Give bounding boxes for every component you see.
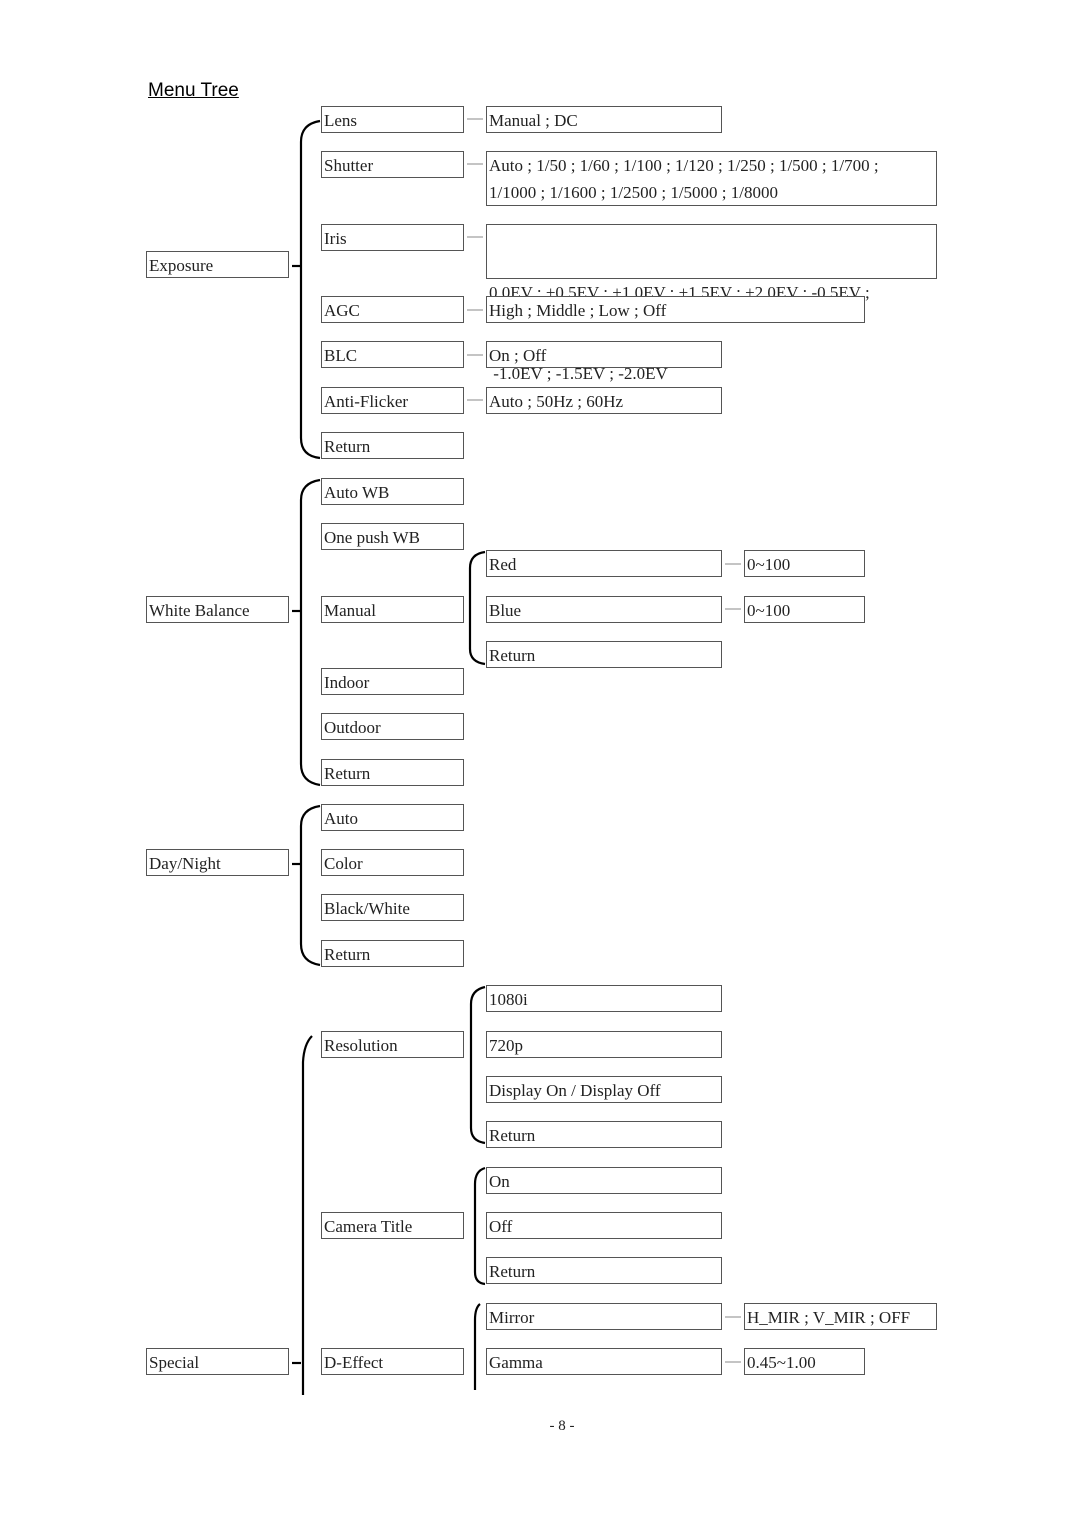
resolution-bracket [469,985,486,1145]
manual-bracket [468,550,486,666]
menu-item-mirror[interactable]: Mirror [486,1303,722,1330]
menu-item-color[interactable]: Color [321,849,464,876]
menu-item-blue[interactable]: Blue [486,596,722,623]
menu-item-1080i[interactable]: 1080i [486,985,722,1012]
options-blc: On ; Off [486,341,722,368]
camera-title-bracket [473,1166,486,1286]
menu-item-red[interactable]: Red [486,550,722,577]
menu-item-d-effect[interactable]: D-Effect [321,1348,464,1375]
options-red: 0~100 [744,550,865,577]
options-iris: 0.0EV ; +0.5EV ; +1.0EV ; +1.5EV ; +2.0E… [486,224,937,383]
menu-item-anti-flicker[interactable]: Anti-Flicker [321,387,464,414]
special-bracket [301,1035,313,1395]
page-number: - 8 - [549,1418,575,1434]
menu-item-indoor[interactable]: Indoor [321,668,464,695]
menu-item-title-on[interactable]: On [486,1167,722,1194]
menu-exposure[interactable]: Exposure [146,251,289,278]
menu-item-black-white[interactable]: Black/White [321,894,464,921]
menu-item-dn-auto[interactable]: Auto [321,804,464,831]
menu-item-wb-return[interactable]: Return [321,759,464,786]
options-agc: High ; Middle ; Low ; Off [486,296,865,323]
menu-item-outdoor[interactable]: Outdoor [321,713,464,740]
options-anti-flicker: Auto ; 50Hz ; 60Hz [486,387,722,414]
menu-item-manual[interactable]: Manual [321,596,464,623]
menu-white-balance[interactable]: White Balance [146,596,289,623]
day-night-bracket [299,804,321,967]
d-effect-bracket [473,1303,481,1390]
options-gamma: 0.45~1.00 [744,1348,865,1375]
white-balance-bracket [299,478,321,787]
menu-item-one-push-wb[interactable]: One push WB [321,523,464,550]
menu-item-gamma[interactable]: Gamma [486,1348,722,1375]
menu-item-manual-return[interactable]: Return [486,641,722,668]
menu-day-night[interactable]: Day/Night [146,849,289,876]
options-mirror: H_MIR ; V_MIR ; OFF [744,1303,937,1330]
menu-item-iris[interactable]: Iris [321,224,464,251]
menu-item-blc[interactable]: BLC [321,341,464,368]
menu-item-camera-title[interactable]: Camera Title [321,1212,464,1239]
options-lens: Manual ; DC [486,106,722,133]
menu-item-title-off[interactable]: Off [486,1212,722,1239]
menu-item-shutter[interactable]: Shutter [321,151,464,178]
options-blue: 0~100 [744,596,865,623]
menu-item-display-toggle[interactable]: Display On / Display Off [486,1076,722,1103]
menu-item-auto-wb[interactable]: Auto WB [321,478,464,505]
menu-item-dn-return[interactable]: Return [321,940,464,967]
options-shutter-line-2: 1/1000 ; 1/1600 ; 1/2500 ; 1/5000 ; 1/80… [489,183,779,202]
menu-item-title-return[interactable]: Return [486,1257,722,1284]
menu-item-lens[interactable]: Lens [321,106,464,133]
menu-item-resolution[interactable]: Resolution [321,1031,464,1058]
menu-item-resolution-return[interactable]: Return [486,1121,722,1148]
menu-item-720p[interactable]: 720p [486,1031,722,1058]
menu-special[interactable]: Special [146,1348,289,1375]
options-shutter: Auto ; 1/50 ; 1/60 ; 1/100 ; 1/120 ; 1/2… [486,151,937,206]
options-shutter-line-1: Auto ; 1/50 ; 1/60 ; 1/100 ; 1/120 ; 1/2… [489,156,879,175]
exposure-bracket [299,119,321,460]
menu-item-exposure-return[interactable]: Return [321,432,464,459]
menu-item-agc[interactable]: AGC [321,296,464,323]
